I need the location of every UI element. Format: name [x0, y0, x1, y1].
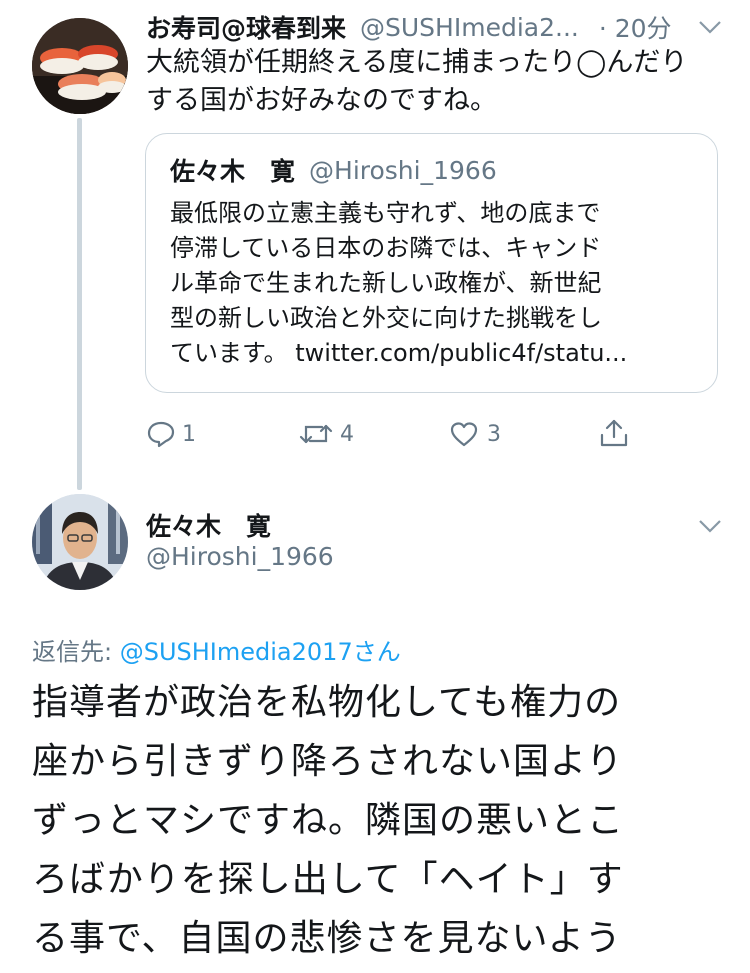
reply-context: 返信先: @SUSHImedia2017さん	[32, 632, 401, 667]
share-button[interactable]	[598, 416, 630, 450]
quoted-tweet[interactable]: 佐々木 寛 @Hiroshi_1966 最低限の立憲主義も守れず、地の底まで 停…	[145, 133, 718, 393]
quoted-text-line: ル革命で生まれた新しい政権が、新世紀	[170, 269, 602, 297]
quoted-text-line: 型の新しい政治と外交に向けた挑戦をし	[170, 304, 602, 332]
author-name[interactable]: お寿司@球春到来	[146, 9, 346, 45]
quoted-text-line: ています。 twitter.com/public4f/statu...	[170, 336, 700, 371]
author-name[interactable]: 佐々木 寛	[146, 507, 271, 543]
like-count: 3	[487, 421, 501, 447]
reply-to-handle[interactable]: @SUSHImedia2017	[120, 638, 353, 666]
quoted-header: 佐々木 寛 @Hiroshi_1966	[170, 152, 497, 188]
author-handle[interactable]: @SUSHImedia2...	[360, 13, 579, 42]
chevron-down-icon	[699, 21, 721, 34]
tweet-text-line: 指導者が政治を私物化しても権力の	[32, 682, 622, 723]
tweet-header: お寿司@球春到来 @SUSHImedia2... · 20分	[146, 10, 726, 44]
reply-to-suffix: さん	[352, 638, 401, 666]
like-button[interactable]: 3	[449, 418, 501, 450]
thread-connector-line	[77, 118, 82, 490]
tweet-text-line: ろばかりを探し出して「ヘイト」す	[32, 859, 624, 900]
tweet-text: 指導者が政治を私物化しても権力の 座から引きずり降ろされない国より ずっとマシで…	[32, 678, 732, 973]
quoted-author-name: 佐々木 寛	[170, 157, 296, 186]
tweet-text-line: る事で、自国の悲惨さを見ないよう	[32, 918, 622, 959]
chevron-down-icon	[699, 520, 721, 533]
share-icon	[600, 419, 628, 447]
reply-to-label: 返信先:	[32, 638, 120, 666]
quoted-author-handle: @Hiroshi_1966	[309, 155, 497, 185]
tweet-text-line: ずっとマシですね。隣国の悪いとこ	[32, 800, 625, 841]
retweet-button[interactable]: 4	[298, 418, 354, 450]
retweet-icon	[299, 424, 333, 444]
person-avatar-icon	[32, 494, 128, 590]
quoted-text-line: 停滞している日本のお隣では、キャンド	[170, 234, 602, 262]
quoted-text-line: 最低限の立憲主義も守れず、地の底まで	[170, 199, 601, 227]
reply-icon	[147, 421, 175, 448]
sushi-avatar-icon	[32, 18, 128, 114]
reply-button[interactable]: 1	[146, 418, 196, 450]
quoted-link[interactable]: twitter.com/public4f/statu...	[295, 339, 627, 367]
author-avatar[interactable]	[32, 18, 128, 114]
tweet-time[interactable]: · 20分	[599, 9, 672, 45]
reply-count: 1	[182, 421, 196, 447]
heart-icon	[450, 422, 478, 447]
author-avatar[interactable]	[32, 494, 128, 590]
retweet-count: 4	[340, 421, 354, 447]
quoted-text: 最低限の立憲主義も守れず、地の底まで 停滞している日本のお隣では、キャンド ル革…	[170, 196, 700, 371]
tweet-menu-chevron[interactable]	[696, 515, 724, 537]
tweet-menu-chevron[interactable]	[696, 16, 724, 38]
author-handle[interactable]: @Hiroshi_1966	[146, 542, 334, 571]
tweet-text: 大統領が任期終える度に捕まったり◯んだり する国がお好みなのですね。	[146, 44, 726, 120]
tweet-text-line: する国がお好みなのですね。	[146, 85, 497, 116]
tweet-text-line: 大統領が任期終える度に捕まったり◯んだり	[146, 47, 688, 78]
tweet-text-line: 座から引きずり降ろされない国より	[32, 741, 624, 782]
quoted-text-tail: ています。	[170, 339, 296, 367]
